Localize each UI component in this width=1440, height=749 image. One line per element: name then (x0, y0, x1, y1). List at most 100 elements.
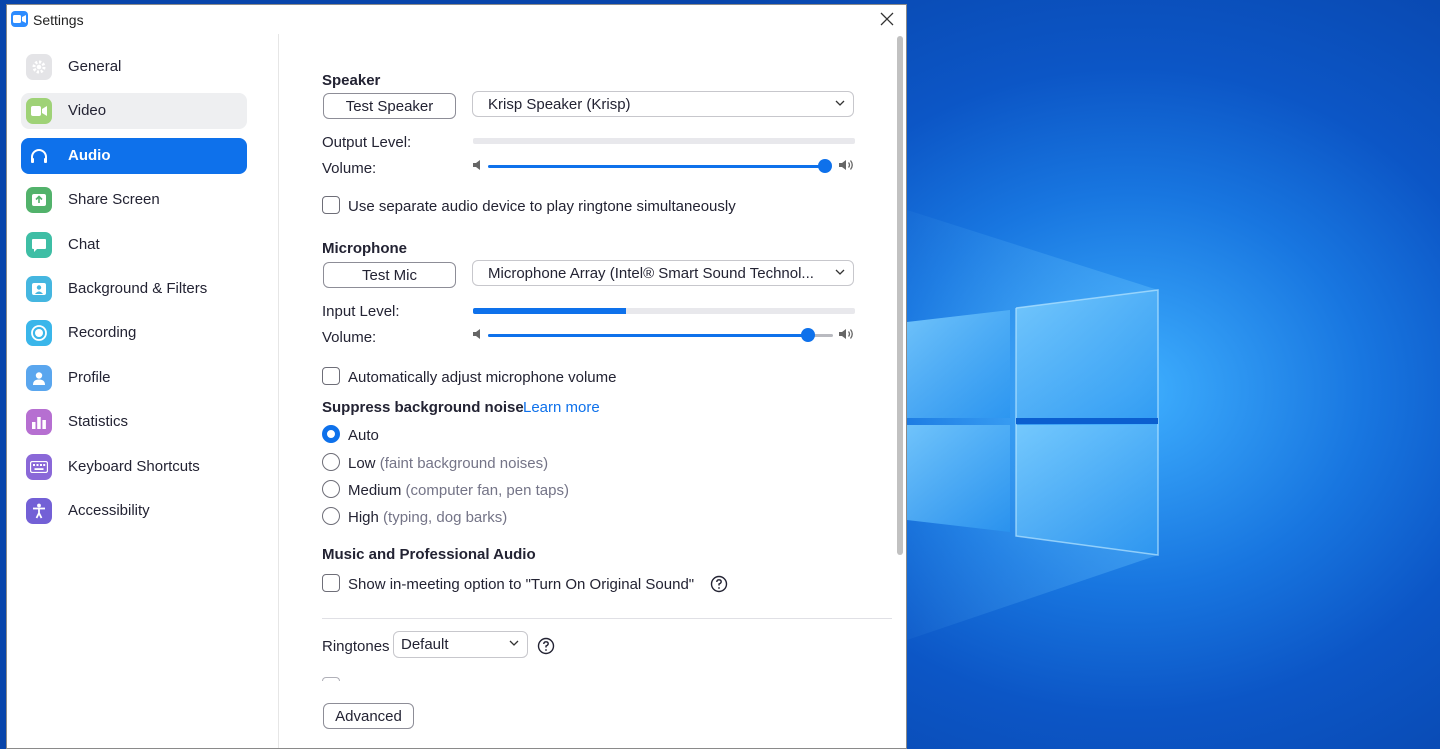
option-hint: (faint background noises) (379, 455, 549, 472)
sidebar-item-label: Statistics (68, 413, 129, 430)
section-divider (322, 618, 892, 619)
volume-low-icon (473, 160, 480, 170)
volume-high-icon (839, 329, 853, 339)
noise-option-medium-label: Medium (computer fan, pen taps) (348, 482, 569, 499)
gear-icon (26, 54, 52, 80)
noise-option-high-label: High (typing, dog barks) (348, 509, 507, 526)
title-bar: Settings (7, 5, 906, 34)
sidebar-item-label: Recording (68, 324, 137, 341)
sidebar-item-label: Accessibility (68, 502, 150, 519)
option-label: Low (348, 455, 376, 472)
sidebar-item-statistics[interactable]: Statistics (21, 404, 247, 440)
sidebar-item-label: Audio (68, 147, 111, 164)
sidebar-item-label: Share Screen (68, 191, 160, 208)
mic-volume-label: Volume: (322, 329, 377, 346)
sidebar-item-share-screen[interactable]: Share Screen (21, 182, 247, 218)
content-scrollbar[interactable] (892, 34, 906, 748)
bar-chart-icon (26, 409, 52, 435)
share-screen-icon (26, 187, 52, 213)
advanced-button[interactable]: Advanced (323, 703, 414, 729)
test-speaker-button[interactable]: Test Speaker (323, 93, 456, 119)
window-title: Settings (33, 12, 84, 28)
ringtones-select[interactable]: Default (393, 631, 528, 658)
noise-option-low-label: Low (faint background noises) (348, 455, 548, 472)
person-background-icon (26, 276, 52, 302)
sidebar-item-video[interactable]: Video (21, 93, 247, 129)
microphone-device-select[interactable]: Microphone Array (Intel® Smart Sound Tec… (472, 260, 854, 286)
sidebar-item-general[interactable]: General (21, 49, 247, 85)
input-level-fill (473, 308, 626, 314)
partially-hidden-checkbox[interactable] (322, 677, 340, 681)
sidebar-item-chat[interactable]: Chat (21, 227, 247, 263)
auto-adjust-mic-checkbox[interactable] (322, 367, 340, 385)
sidebar-item-accessibility[interactable]: Accessibility (21, 493, 247, 529)
auto-adjust-mic-label: Automatically adjust microphone volume (348, 369, 617, 386)
ringtones-label: Ringtones (322, 638, 390, 655)
noise-section-title: Suppress background noise (322, 399, 524, 416)
noise-option-high-radio[interactable] (322, 507, 340, 525)
separate-device-checkbox[interactable] (322, 196, 340, 214)
settings-window: Settings General Video Audio Share Scree… (6, 4, 907, 749)
chevron-down-icon (835, 100, 845, 106)
mic-volume-thumb[interactable] (801, 328, 816, 342)
close-button[interactable] (878, 10, 896, 28)
record-icon (26, 320, 52, 346)
settings-sidebar: General Video Audio Share Screen Chat Ba… (7, 34, 279, 748)
option-label: High (348, 509, 379, 526)
original-sound-checkbox[interactable] (322, 574, 340, 592)
noise-option-auto-label: Auto (348, 427, 379, 444)
help-icon[interactable] (710, 575, 728, 593)
sidebar-item-label: Chat (68, 236, 100, 253)
sidebar-item-label: General (68, 58, 122, 75)
input-level-label: Input Level: (322, 303, 400, 320)
separate-device-label: Use separate audio device to play ringto… (348, 198, 736, 215)
sidebar-item-background-filters[interactable]: Background & Filters (21, 271, 247, 307)
volume-low-icon (473, 329, 480, 339)
accessibility-icon (26, 498, 52, 524)
audio-settings-panel: Speaker Test Speaker Krisp Speaker (Kris… (280, 34, 892, 748)
chevron-down-icon (835, 269, 845, 275)
speaker-volume-track[interactable] (488, 165, 825, 168)
sidebar-item-audio[interactable]: Audio (21, 138, 247, 174)
sidebar-item-label: Profile (68, 369, 111, 386)
test-mic-button[interactable]: Test Mic (323, 262, 456, 288)
zoom-app-icon (11, 11, 28, 27)
option-hint: (typing, dog barks) (383, 509, 508, 526)
option-label: Medium (348, 482, 402, 499)
close-icon (880, 12, 894, 26)
sidebar-item-label: Video (68, 102, 107, 119)
speaker-device-value: Krisp Speaker (Krisp) (488, 96, 631, 113)
speaker-device-select[interactable]: Krisp Speaker (Krisp) (472, 91, 854, 117)
output-level-label: Output Level: (322, 134, 412, 151)
speaker-section-title: Speaker (322, 72, 381, 89)
keyboard-icon (26, 454, 52, 480)
noise-option-medium-radio[interactable] (322, 480, 340, 498)
speaker-volume-label: Volume: (322, 160, 377, 177)
noise-option-low-radio[interactable] (322, 453, 340, 471)
microphone-section-title: Microphone (322, 240, 407, 257)
original-sound-label: Show in-meeting option to "Turn On Origi… (348, 576, 695, 593)
sidebar-item-label: Keyboard Shortcuts (68, 458, 200, 475)
chat-bubble-icon (26, 232, 52, 258)
scrollbar-thumb[interactable] (897, 36, 903, 555)
sidebar-item-keyboard-shortcuts[interactable]: Keyboard Shortcuts (21, 449, 247, 485)
sidebar-item-label: Background & Filters (68, 280, 208, 297)
microphone-device-value: Microphone Array (Intel® Smart Sound Tec… (488, 265, 814, 282)
learn-more-link[interactable]: Learn more (523, 399, 600, 416)
output-level-meter (473, 138, 855, 144)
mic-volume-track[interactable] (488, 334, 809, 337)
volume-high-icon (839, 160, 853, 170)
option-hint: (computer fan, pen taps) (405, 482, 569, 499)
noise-option-auto-radio[interactable] (322, 425, 340, 443)
input-level-meter (473, 308, 855, 314)
headphones-icon (26, 143, 52, 169)
video-camera-icon (26, 98, 52, 124)
sidebar-item-profile[interactable]: Profile (21, 360, 247, 396)
music-section-title: Music and Professional Audio (322, 546, 536, 563)
speaker-volume-thumb[interactable] (818, 159, 832, 173)
sidebar-item-recording[interactable]: Recording (21, 315, 247, 351)
chevron-down-icon (509, 640, 519, 646)
help-icon[interactable] (537, 637, 555, 655)
ringtones-value: Default (401, 636, 449, 653)
user-icon (26, 365, 52, 391)
